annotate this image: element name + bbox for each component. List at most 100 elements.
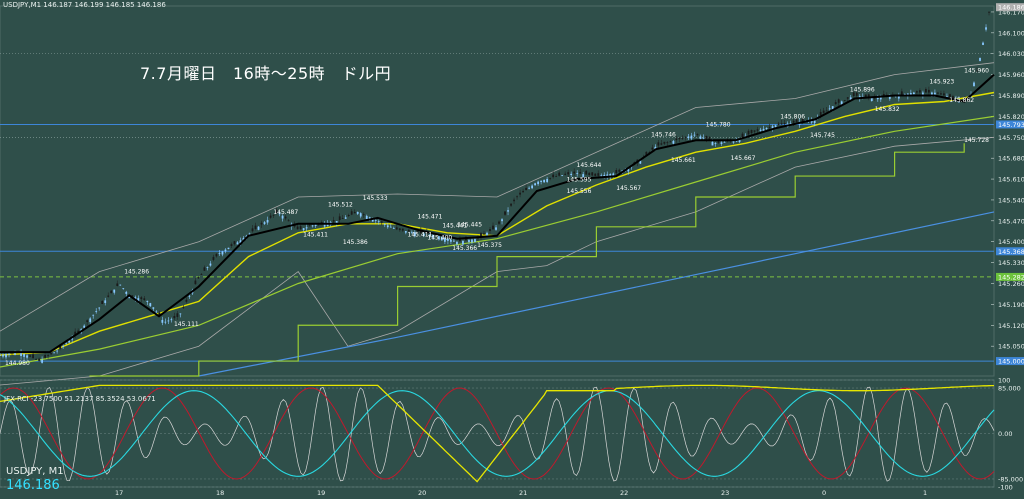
price-annotation: 145.780 xyxy=(706,121,731,128)
candle-body xyxy=(973,82,975,87)
candle-body xyxy=(392,228,395,229)
candle-body xyxy=(513,199,515,202)
candle-body xyxy=(224,249,227,252)
candle-body xyxy=(164,321,167,323)
price-annotation: 145.533 xyxy=(363,195,388,202)
price-tick-label: 145.540 xyxy=(998,196,1024,204)
candle-body xyxy=(453,240,455,242)
candle-body xyxy=(495,227,497,230)
candle-body xyxy=(95,311,98,313)
price-tick-label: 145.890 xyxy=(998,92,1024,100)
indicator-title: JFX-RCI -23.7500 51.2137 85.3524 53.0671 xyxy=(4,395,156,403)
candle-body xyxy=(194,280,197,285)
time-tick-label: 17 xyxy=(115,489,123,497)
candle-body xyxy=(690,135,693,139)
candle-body xyxy=(221,251,224,255)
time-tick-label: 0 xyxy=(822,489,826,497)
time-tick-label: 19 xyxy=(317,489,325,497)
candle-body xyxy=(173,316,176,319)
candle-body xyxy=(299,226,302,230)
candle-body xyxy=(29,355,31,357)
price-tick-label: 145.190 xyxy=(998,301,1024,309)
price-annotation: 145.512 xyxy=(328,201,353,208)
candle-body xyxy=(347,215,350,216)
candle-body xyxy=(380,221,383,223)
candle-body xyxy=(284,216,287,219)
candle-body xyxy=(266,219,269,223)
candle-body xyxy=(356,211,359,214)
candle-body xyxy=(774,125,777,128)
candle-body xyxy=(943,93,945,96)
candle-body xyxy=(170,319,173,321)
candle-body xyxy=(155,311,158,313)
candle-body xyxy=(341,218,344,219)
candle-body xyxy=(227,247,230,250)
candle-body xyxy=(8,353,10,355)
price-tag-label: 145.282 xyxy=(998,273,1024,281)
candle-body xyxy=(765,127,768,130)
candle-body xyxy=(302,228,305,231)
candle-body xyxy=(540,180,543,182)
price-annotation: 145.960 xyxy=(964,68,989,75)
candle-body xyxy=(20,352,22,357)
candle-body xyxy=(615,170,618,174)
osc-tick-label: 100 xyxy=(998,377,1010,385)
candle-body xyxy=(14,352,16,355)
candle-body xyxy=(212,256,215,260)
candle-body xyxy=(846,97,849,99)
candle-body xyxy=(386,225,389,228)
candle-body xyxy=(934,92,936,95)
candle-body xyxy=(483,233,485,235)
price-annotation: 145.667 xyxy=(731,155,756,162)
candle-body xyxy=(573,171,576,174)
price-tick-label: 145.610 xyxy=(998,176,1024,184)
current-price: 146.186 xyxy=(6,478,60,493)
candle-body xyxy=(702,137,705,139)
candle-body xyxy=(383,224,386,225)
price-annotation: 145.386 xyxy=(343,239,368,246)
candle-body xyxy=(215,253,218,257)
candle-body xyxy=(714,143,717,144)
candle-body xyxy=(687,136,690,139)
price-annotation: 145.923 xyxy=(929,79,954,86)
candle-body xyxy=(350,211,353,215)
candle-body xyxy=(663,141,666,144)
price-tag-label: 145.000 xyxy=(998,358,1024,366)
candle-body xyxy=(985,27,987,30)
candle-body xyxy=(543,179,546,183)
price-annotation: 145.445 xyxy=(457,221,482,228)
price-annotation: 145.745 xyxy=(810,132,835,139)
time-tick-label: 18 xyxy=(216,489,224,497)
candle-body xyxy=(834,102,837,105)
candle-body xyxy=(792,120,795,123)
price-annotation: 145.471 xyxy=(417,214,442,221)
candle-body xyxy=(305,227,308,229)
candle-body xyxy=(89,318,92,323)
candle-body xyxy=(236,242,239,245)
candle-body xyxy=(251,228,254,232)
candle-body xyxy=(870,98,873,102)
candle-body xyxy=(101,301,104,304)
candle-body xyxy=(522,190,524,193)
candle-body xyxy=(567,172,570,175)
candle-body xyxy=(480,233,482,237)
price-tick-label: 145.750 xyxy=(998,134,1024,142)
price-annotation: 145.896 xyxy=(850,87,875,94)
candle-body xyxy=(344,217,347,219)
candle-body xyxy=(395,227,398,230)
osc-tick-label: -85.000 xyxy=(998,475,1023,483)
price-annotation: 145.806 xyxy=(780,114,805,121)
candle-body xyxy=(591,172,594,176)
candle-body xyxy=(699,136,702,139)
candle-body xyxy=(230,244,233,246)
price-tick-label: 145.680 xyxy=(998,155,1024,163)
candle-body xyxy=(510,203,512,206)
candle-body xyxy=(107,295,110,297)
candle-body xyxy=(218,253,221,254)
candle-body xyxy=(200,274,203,275)
candle-body xyxy=(546,178,549,182)
candle-body xyxy=(254,225,257,229)
candle-body xyxy=(552,174,555,178)
candle-body xyxy=(555,176,558,178)
price-annotation: 145.595 xyxy=(567,177,592,184)
